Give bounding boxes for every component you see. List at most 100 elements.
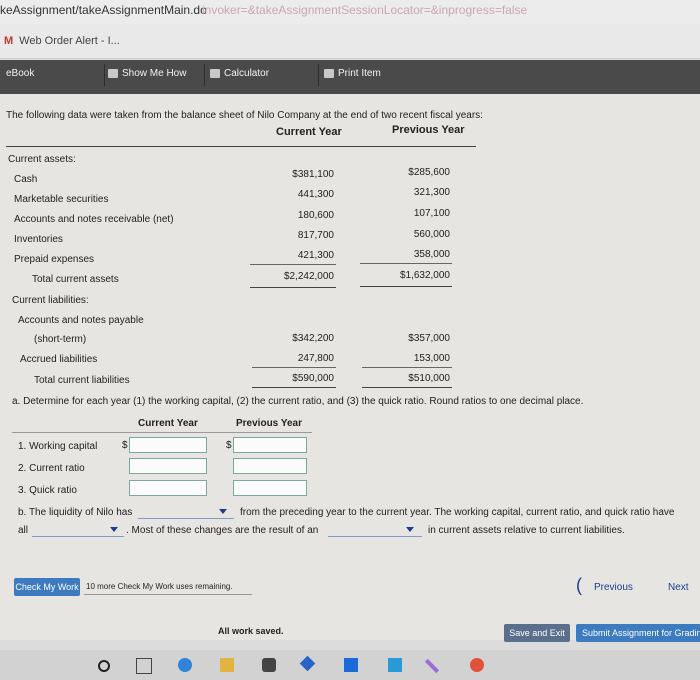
- row-label: Inventories: [14, 234, 63, 245]
- current-ratio-previous-input[interactable]: [233, 458, 307, 474]
- current-liabilities-label: Current liabilities:: [12, 295, 89, 306]
- total-liabilities-label: Total current liabilities: [34, 375, 130, 386]
- question-b-middle: from the preceding year to the current y…: [240, 507, 675, 518]
- total-rule: [250, 287, 336, 288]
- store-icon[interactable]: [262, 658, 276, 672]
- previous-year-header: Previous Year: [392, 124, 465, 136]
- row-previous-value: 560,000: [413, 229, 450, 240]
- chrome-icon[interactable]: [470, 658, 484, 672]
- row-label: Prepaid expenses: [14, 254, 95, 265]
- assignment-content: The following data were taken from the b…: [0, 94, 700, 642]
- print-item-label: Print Item: [338, 68, 381, 79]
- answer-current-header: Current Year: [138, 418, 198, 429]
- toolbar-divider: [204, 64, 205, 86]
- current-year-header: Current Year: [276, 126, 342, 138]
- question-b-line2-end: in current assets relative to current li…: [428, 525, 625, 536]
- show-me-how-button[interactable]: Show Me How: [108, 60, 186, 88]
- calculator-label: Calculator: [224, 68, 270, 79]
- problem-intro: The following data were taken from the b…: [6, 110, 483, 121]
- check-remaining-text: 10 more Check My Work uses remaining.: [86, 582, 233, 591]
- edge-icon[interactable]: [178, 658, 192, 672]
- total-rule: [252, 387, 336, 388]
- question-b-line2-middle: . Most of these changes are the result o…: [126, 525, 319, 536]
- show-me-how-label: Show Me How: [122, 68, 187, 79]
- task-view-icon[interactable]: [136, 658, 152, 674]
- gmail-icon: M: [4, 35, 14, 47]
- save-status: All work saved.: [218, 626, 284, 636]
- check-my-work-button[interactable]: Check My Work: [14, 578, 80, 596]
- question-a: a. Determine for each year (1) the worki…: [12, 396, 584, 407]
- row-current-value: 180,600: [297, 210, 334, 221]
- answer-previous-header: Previous Year: [236, 418, 302, 429]
- previous-button[interactable]: ( Previous: [576, 575, 638, 598]
- dropdown-underline: [328, 536, 422, 537]
- dropbox-icon[interactable]: [344, 658, 358, 672]
- row-previous-value: 321,300: [413, 187, 450, 198]
- answer-row-label: 3. Quick ratio: [18, 485, 77, 496]
- pen-icon[interactable]: [424, 658, 440, 674]
- row-previous-value: $285,600: [408, 167, 450, 178]
- next-button[interactable]: Next: [668, 582, 689, 593]
- ebook-button[interactable]: eBook: [6, 60, 34, 88]
- browser-tab-bar: M Web Order Alert - I...: [0, 24, 700, 59]
- dollar-sign: $: [226, 440, 232, 451]
- browser-url-bar[interactable]: keAssignment/takeAssignmentMain.do invok…: [0, 0, 700, 24]
- row-current-value: 247,800: [297, 353, 334, 364]
- row-previous-value: $357,000: [408, 333, 450, 344]
- total-assets-current: $2,242,000: [283, 271, 334, 282]
- url-params: invoker=&takeAssignmentSessionLocator=&i…: [202, 3, 528, 17]
- row-previous-value: 358,000: [413, 249, 450, 260]
- working-capital-previous-input[interactable]: [233, 437, 307, 453]
- row-current-value: 421,300: [297, 250, 334, 261]
- question-b-prefix: b. The liquidity of Nilo has: [18, 507, 133, 518]
- row-label: Accounts and notes payable: [18, 315, 144, 326]
- submit-assignment-button[interactable]: Submit Assignment for Grading: [576, 624, 700, 642]
- working-capital-current-input[interactable]: [129, 437, 207, 453]
- subtotal-rule: [362, 367, 452, 368]
- row-current-value: 441,300: [297, 189, 334, 200]
- row-current-value: $342,200: [292, 333, 334, 344]
- chevron-left-icon: (: [576, 575, 582, 595]
- chevron-down-icon: [110, 527, 118, 532]
- print-icon: [324, 68, 334, 78]
- row-previous-value: 107,100: [413, 208, 450, 219]
- previous-label: Previous: [594, 582, 633, 593]
- row-current-value: 817,700: [297, 230, 334, 241]
- total-assets-previous: $1,632,000: [399, 270, 450, 281]
- row-previous-value: 153,000: [413, 353, 450, 364]
- calculator-button[interactable]: Calculator: [210, 60, 269, 88]
- dropdown-underline: [32, 536, 124, 537]
- search-icon[interactable]: [98, 660, 110, 672]
- subtotal-rule: [250, 264, 336, 265]
- quick-ratio-previous-input[interactable]: [233, 480, 307, 496]
- answer-header-rule: [12, 432, 312, 433]
- chevron-down-icon: [219, 509, 227, 514]
- chevron-down-icon: [406, 527, 414, 532]
- row-label: Accrued liabilities: [20, 354, 98, 365]
- current-ratio-current-input[interactable]: [129, 458, 207, 474]
- total-assets-label: Total current assets: [32, 274, 119, 285]
- browser-tab[interactable]: M Web Order Alert - I...: [4, 35, 120, 47]
- answer-row-label: 2. Current ratio: [18, 463, 85, 474]
- toolbar-divider: [104, 64, 105, 86]
- save-and-exit-button[interactable]: Save and Exit: [504, 624, 570, 642]
- file-explorer-icon[interactable]: [220, 658, 234, 672]
- calculator-icon: [210, 68, 220, 78]
- total-rule: [360, 286, 452, 287]
- ebook-label: eBook: [6, 68, 35, 79]
- row-current-value: $381,100: [292, 169, 334, 180]
- app-icon[interactable]: [299, 655, 316, 672]
- subtotal-rule: [360, 263, 452, 264]
- header-divider: [6, 146, 476, 147]
- assignment-toolbar: eBook Show Me How Calculator Print Item: [0, 60, 700, 94]
- tab-title: Web Order Alert - I...: [19, 35, 120, 47]
- total-rule: [362, 387, 452, 388]
- app-icon[interactable]: [388, 658, 402, 672]
- dollar-sign: $: [122, 440, 128, 451]
- quick-ratio-current-input[interactable]: [129, 480, 207, 496]
- footer-rule: [84, 594, 252, 595]
- print-item-button[interactable]: Print Item: [324, 60, 381, 88]
- question-b-line2-start: all: [18, 525, 29, 536]
- taskbar: [0, 650, 700, 680]
- row-label: Accounts and notes receivable (net): [14, 214, 174, 225]
